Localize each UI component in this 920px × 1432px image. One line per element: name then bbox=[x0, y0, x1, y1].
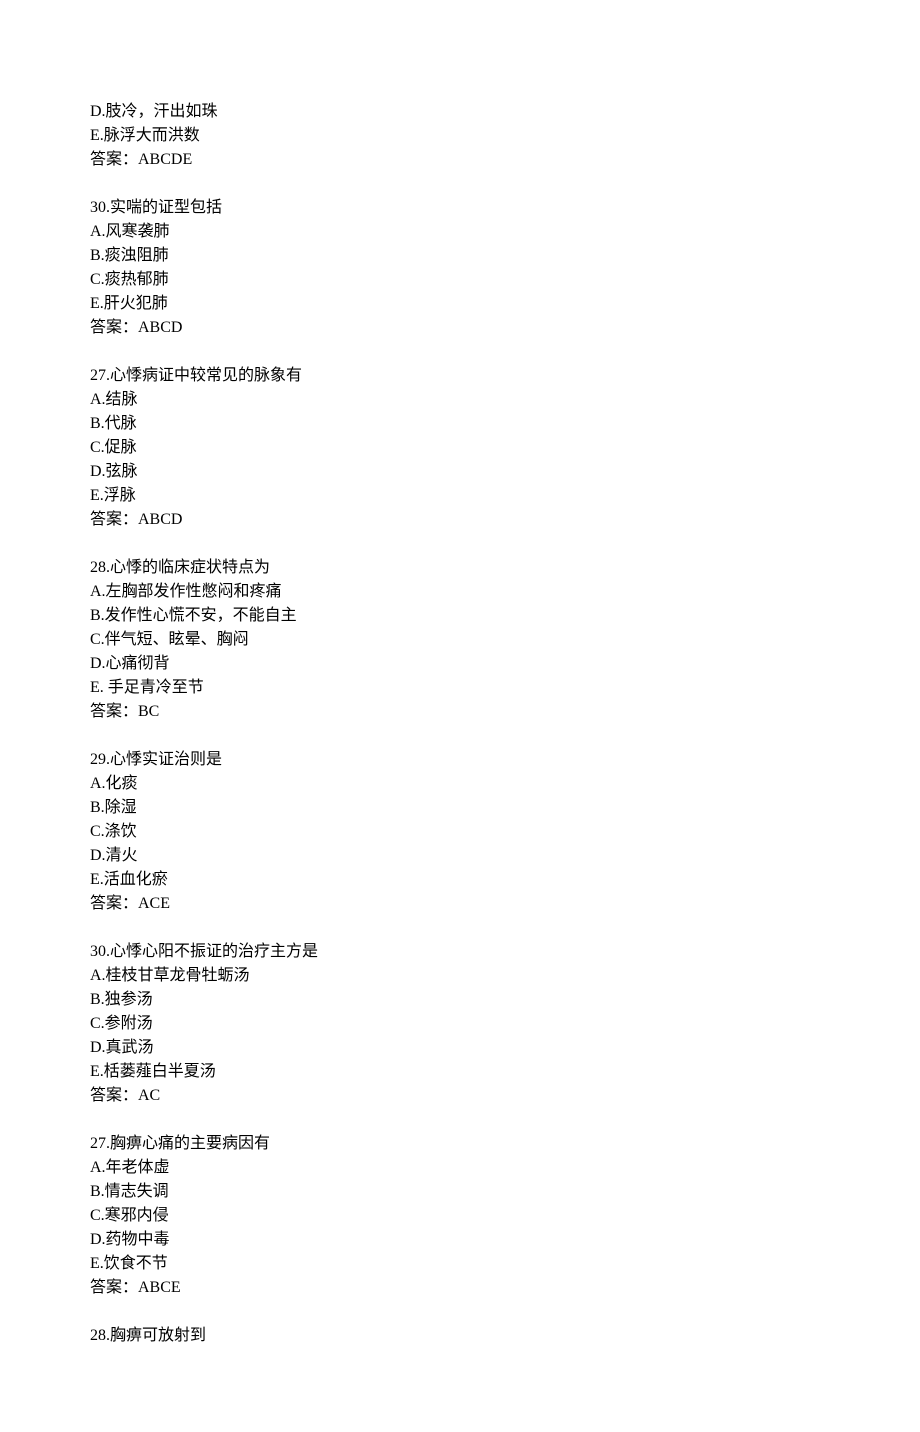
option-line: E.浮脉 bbox=[90, 484, 830, 508]
option-line: D.弦脉 bbox=[90, 460, 830, 484]
option-line: A.化痰 bbox=[90, 772, 830, 796]
answer-line: 答案：ABCD bbox=[90, 316, 830, 340]
option-line: B.痰浊阻肺 bbox=[90, 244, 830, 268]
option-line: B.发作性心慌不安，不能自主 bbox=[90, 604, 830, 628]
option-line: E.栝蒌薤白半夏汤 bbox=[90, 1060, 830, 1084]
question-block: 30.心悸心阳不振证的治疗主方是A.桂枝甘草龙骨牡蛎汤B.独参汤C.参附汤D.真… bbox=[90, 940, 830, 1108]
option-line: E.脉浮大而洪数 bbox=[90, 124, 830, 148]
option-line: B.独参汤 bbox=[90, 988, 830, 1012]
option-line: D.真武汤 bbox=[90, 1036, 830, 1060]
option-line: A.年老体虚 bbox=[90, 1156, 830, 1180]
question-block: 29.心悸实证治则是A.化痰B.除湿C.涤饮D.清火E.活血化瘀答案：ACE bbox=[90, 748, 830, 916]
option-line: B.除湿 bbox=[90, 796, 830, 820]
answer-line: 答案：ABCD bbox=[90, 508, 830, 532]
answer-line: 答案：ABCE bbox=[90, 1276, 830, 1300]
option-line: C.寒邪内侵 bbox=[90, 1204, 830, 1228]
question-block: 27.心悸病证中较常见的脉象有A.结脉B.代脉C.促脉D.弦脉E.浮脉答案：AB… bbox=[90, 364, 830, 532]
question-stem: 29.心悸实证治则是 bbox=[90, 748, 830, 772]
question-stem: 30.心悸心阳不振证的治疗主方是 bbox=[90, 940, 830, 964]
question-stem: 30.实喘的证型包括 bbox=[90, 196, 830, 220]
questions-container: 30.实喘的证型包括A.风寒袭肺B.痰浊阻肺C.痰热郁肺E.肝火犯肺答案：ABC… bbox=[90, 196, 830, 1348]
option-line: C.痰热郁肺 bbox=[90, 268, 830, 292]
answer-line: 答案：ACE bbox=[90, 892, 830, 916]
document-page: D.肢冷，汗出如珠 E.脉浮大而洪数 答案：ABCDE 30.实喘的证型包括A.… bbox=[0, 0, 920, 1432]
option-line: C.参附汤 bbox=[90, 1012, 830, 1036]
option-line: D.药物中毒 bbox=[90, 1228, 830, 1252]
answer-line: 答案：AC bbox=[90, 1084, 830, 1108]
question-stem: 28.心悸的临床症状特点为 bbox=[90, 556, 830, 580]
answer-line: 答案：BC bbox=[90, 700, 830, 724]
option-line: C.涤饮 bbox=[90, 820, 830, 844]
option-line: A.桂枝甘草龙骨牡蛎汤 bbox=[90, 964, 830, 988]
question-block: 28.胸痹可放射到 bbox=[90, 1324, 830, 1348]
leading-block: D.肢冷，汗出如珠 E.脉浮大而洪数 答案：ABCDE bbox=[90, 100, 830, 172]
option-line: D.肢冷，汗出如珠 bbox=[90, 100, 830, 124]
option-line: E.肝火犯肺 bbox=[90, 292, 830, 316]
question-block: 30.实喘的证型包括A.风寒袭肺B.痰浊阻肺C.痰热郁肺E.肝火犯肺答案：ABC… bbox=[90, 196, 830, 340]
question-stem: 27.心悸病证中较常见的脉象有 bbox=[90, 364, 830, 388]
option-line: D.心痛彻背 bbox=[90, 652, 830, 676]
option-line: E.活血化瘀 bbox=[90, 868, 830, 892]
option-line: A.风寒袭肺 bbox=[90, 220, 830, 244]
question-stem: 27.胸痹心痛的主要病因有 bbox=[90, 1132, 830, 1156]
option-line: C.伴气短、眩晕、胸闷 bbox=[90, 628, 830, 652]
answer-line: 答案：ABCDE bbox=[90, 148, 830, 172]
option-line: B.代脉 bbox=[90, 412, 830, 436]
question-block: 27.胸痹心痛的主要病因有A.年老体虚B.情志失调C.寒邪内侵D.药物中毒E.饮… bbox=[90, 1132, 830, 1300]
option-line: C.促脉 bbox=[90, 436, 830, 460]
option-line: B.情志失调 bbox=[90, 1180, 830, 1204]
question-block: 28.心悸的临床症状特点为A.左胸部发作性憋闷和疼痛B.发作性心慌不安，不能自主… bbox=[90, 556, 830, 724]
question-stem: 28.胸痹可放射到 bbox=[90, 1324, 830, 1348]
option-line: D.清火 bbox=[90, 844, 830, 868]
option-line: E.饮食不节 bbox=[90, 1252, 830, 1276]
option-line: A.左胸部发作性憋闷和疼痛 bbox=[90, 580, 830, 604]
option-line: E. 手足青冷至节 bbox=[90, 676, 830, 700]
option-line: A.结脉 bbox=[90, 388, 830, 412]
